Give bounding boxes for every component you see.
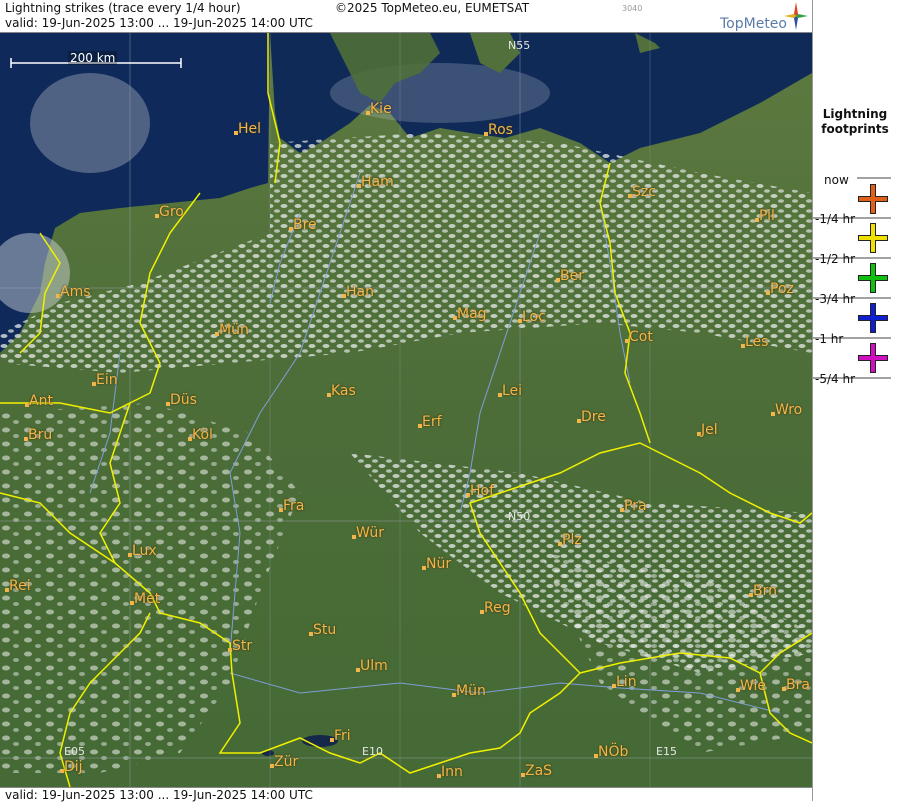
- city-label: Lux: [132, 543, 157, 559]
- legend-title: Lightning footprints: [813, 107, 897, 137]
- copyright-text: ©2025 TopMeteo.eu, EUMETSAT: [335, 1, 530, 15]
- city-label: Gro: [159, 204, 184, 220]
- legend-time-label: -5/4 hr: [815, 372, 855, 386]
- city-label: Kie: [370, 101, 392, 117]
- city-label: Ams: [60, 284, 91, 300]
- city-label: Rei: [9, 578, 31, 594]
- city-label: Lei: [502, 383, 523, 399]
- map-footer: valid: 19-Jun-2025 13:00 ... 19-Jun-2025…: [0, 787, 812, 802]
- city-label: Wür: [356, 525, 384, 541]
- city-label: Kas: [331, 383, 356, 399]
- map-title: Lightning strikes (trace every 1/4 hour): [5, 1, 241, 15]
- logo-text: TopMeteo: [720, 16, 787, 32]
- city-label: Pra: [624, 498, 647, 514]
- city-label: Poz: [770, 281, 794, 297]
- city-label: Szc: [632, 184, 656, 200]
- city-label: Stu: [313, 622, 337, 638]
- lightning-cross-icon: [858, 343, 888, 373]
- grid-label-e05: E05: [64, 745, 85, 758]
- grid-label-n55: N55: [508, 39, 531, 52]
- city-label: Dij: [64, 759, 83, 775]
- city-label: Fra: [283, 498, 305, 514]
- image-number: 3040: [622, 4, 643, 13]
- city-label: Köl: [192, 427, 213, 443]
- city-label: Ber: [560, 268, 584, 284]
- legend-title-line2: footprints: [821, 122, 889, 136]
- satellite-map[interactable]: 200 km N55 N50 E05 E10 E15 Hel Kie Ros Ham S…: [0, 33, 812, 787]
- city-label: Ein: [96, 372, 118, 388]
- city-label: Reg: [484, 600, 511, 616]
- map-background: [0, 33, 812, 787]
- city-label: Mün: [456, 683, 486, 699]
- compass-star-icon: [784, 2, 808, 30]
- legend-title-line1: Lightning: [822, 107, 888, 121]
- city-label: Ham: [361, 174, 394, 190]
- city-label: Met: [134, 591, 161, 607]
- city-label: Hof: [470, 483, 495, 499]
- lightning-cross-icon: [858, 263, 888, 293]
- city-label: Les: [745, 334, 769, 350]
- scale-bar: 200 km: [10, 51, 182, 68]
- city-label: Erf: [422, 414, 442, 430]
- grid-label-e10: E10: [362, 745, 383, 758]
- city-label: Zür: [274, 754, 299, 770]
- city-label: Wie: [740, 678, 767, 694]
- city-label: Düs: [170, 392, 197, 408]
- grid-label-n50: N50: [508, 510, 531, 523]
- city-label: Ant: [29, 393, 53, 409]
- city-label: Brn: [753, 583, 777, 599]
- city-label: Plz: [562, 532, 582, 548]
- city-label: Fri: [334, 728, 351, 744]
- footer-valid-time: valid: 19-Jun-2025 13:00 ... 19-Jun-2025…: [5, 788, 313, 802]
- city-label: Inn: [441, 764, 463, 780]
- city-label: Mag: [457, 306, 487, 322]
- city-label: Jel: [701, 422, 718, 438]
- legend-time-label: -3/4 hr: [815, 292, 855, 306]
- city-label: Ros: [488, 122, 513, 138]
- city-label: Str: [232, 638, 253, 654]
- city-label: Ulm: [360, 658, 388, 674]
- legend-time-label: -1 hr: [815, 332, 844, 346]
- topmeteo-logo[interactable]: TopMeteo: [718, 2, 810, 32]
- valid-time: valid: 19-Jun-2025 13:00 ... 19-Jun-2025…: [5, 16, 313, 30]
- city-label: Cot: [629, 329, 653, 345]
- lightning-cross-icon: [858, 303, 888, 333]
- legend-time-label: now: [824, 173, 849, 187]
- legend-time-label: -1/4 hr: [815, 212, 855, 226]
- legend-time-label: -1/2 hr: [815, 252, 855, 266]
- city-label: ZaS: [525, 763, 553, 779]
- city-label: Pil: [759, 208, 775, 224]
- city-label: Bru: [28, 427, 53, 443]
- grid-label-e15: E15: [656, 745, 677, 758]
- city-label: NÖb: [598, 744, 629, 760]
- lightning-cross-icon: [858, 223, 888, 253]
- city-label: Bre: [293, 217, 317, 233]
- city-label: Loc: [522, 309, 546, 325]
- city-label: Bra: [786, 677, 810, 693]
- city-label: Nür: [426, 556, 452, 572]
- city-label: Mün: [219, 322, 249, 338]
- city-label: Hel: [238, 121, 262, 137]
- map-header: Lightning strikes (trace every 1/4 hour)…: [0, 0, 812, 33]
- city-label: Lin: [616, 674, 637, 690]
- city-label: Wro: [775, 402, 803, 418]
- city-label: Han: [346, 284, 374, 300]
- lightning-cross-icon: [858, 184, 888, 214]
- lightning-legend: Lightning footprints now -1/4 hr -1/2 hr -3…: [812, 0, 904, 801]
- city-label: Dre: [581, 409, 606, 425]
- scale-label: 200 km: [68, 51, 118, 65]
